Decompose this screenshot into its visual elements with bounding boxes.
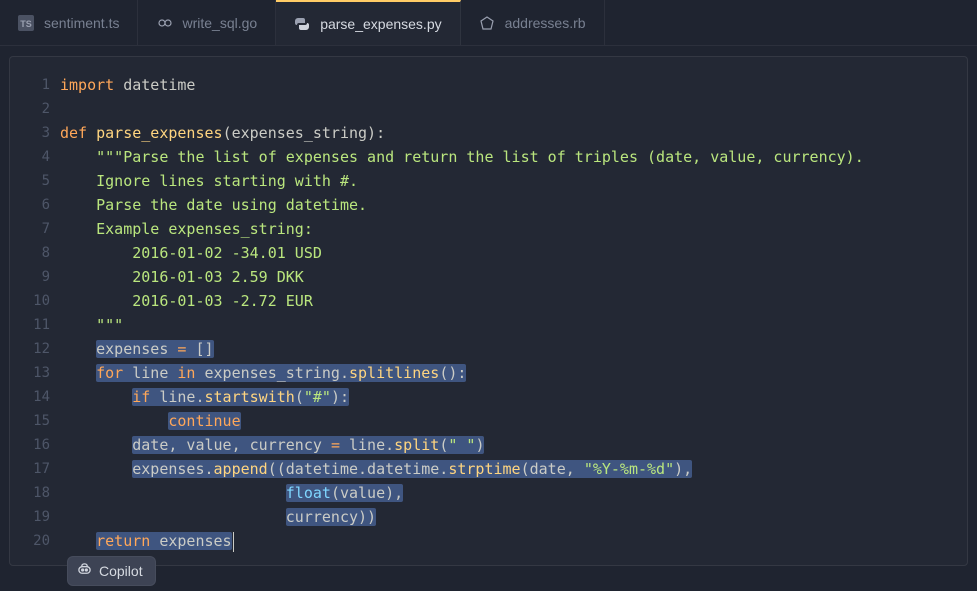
code-content: import datetime (60, 73, 195, 97)
copilot-label: Copilot (99, 563, 143, 579)
rb-icon (479, 15, 495, 31)
code-content: 2016-01-03 -2.72 EUR (60, 289, 313, 313)
code-content: Parse the date using datetime. (60, 193, 367, 217)
code-line: 19 currency)) (10, 505, 967, 529)
code-content: return expenses (60, 529, 234, 553)
code-line: 15 continue (10, 409, 967, 433)
tab-sentiment[interactable]: TS sentiment.ts (0, 0, 138, 45)
line-number: 20 (10, 529, 60, 553)
ts-icon: TS (18, 15, 34, 31)
tab-parse-expenses[interactable]: parse_expenses.py (276, 0, 460, 45)
code-content: 2016-01-03 2.59 DKK (60, 265, 304, 289)
tab-label: sentiment.ts (44, 15, 119, 31)
line-number: 6 (10, 193, 60, 217)
tab-label: write_sql.go (182, 15, 257, 31)
code-content: Ignore lines starting with #. (60, 169, 358, 193)
line-number: 16 (10, 433, 60, 457)
code-line: 12 expenses = [] (10, 337, 967, 361)
code-content: date, value, currency = line.split(" ") (60, 433, 484, 457)
line-number: 15 (10, 409, 60, 433)
code-line: 7 Example expenses_string: (10, 217, 967, 241)
line-number: 14 (10, 385, 60, 409)
code-line: 6 Parse the date using datetime. (10, 193, 967, 217)
code-line: 8 2016-01-02 -34.01 USD (10, 241, 967, 265)
code-editor[interactable]: 1import datetime23def parse_expenses(exp… (9, 56, 968, 566)
line-number: 3 (10, 121, 60, 145)
code-content: def parse_expenses(expenses_string): (60, 121, 385, 145)
line-number: 8 (10, 241, 60, 265)
code-content: expenses = [] (60, 337, 214, 361)
cursor (233, 532, 234, 552)
tab-label: addresses.rb (505, 15, 586, 31)
code-line: 9 2016-01-03 2.59 DKK (10, 265, 967, 289)
code-content: continue (60, 409, 241, 433)
code-content: """Parse the list of expenses and return… (60, 145, 864, 169)
code-line: 10 2016-01-03 -2.72 EUR (10, 289, 967, 313)
code-line: 13 for line in expenses_string.splitline… (10, 361, 967, 385)
code-content: for line in expenses_string.splitlines()… (60, 361, 466, 385)
line-number: 2 (10, 97, 60, 121)
code-line: 4 """Parse the list of expenses and retu… (10, 145, 967, 169)
code-content: float(value), (60, 481, 403, 505)
line-number: 10 (10, 289, 60, 313)
code-line: 14 if line.startswith("#"): (10, 385, 967, 409)
code-line: 18 float(value), (10, 481, 967, 505)
go-icon (156, 15, 172, 31)
code-content: """ (60, 313, 123, 337)
line-number: 4 (10, 145, 60, 169)
line-number: 11 (10, 313, 60, 337)
tab-label: parse_expenses.py (320, 16, 441, 32)
line-number: 12 (10, 337, 60, 361)
code-line: 16 date, value, currency = line.split(" … (10, 433, 967, 457)
line-number: 7 (10, 217, 60, 241)
code-line: 17 expenses.append((datetime.datetime.st… (10, 457, 967, 481)
code-line: 3def parse_expenses(expenses_string): (10, 121, 967, 145)
py-icon (294, 16, 310, 32)
line-number: 17 (10, 457, 60, 481)
copilot-button[interactable]: Copilot (67, 556, 156, 586)
svg-text:TS: TS (20, 19, 32, 29)
code-content: Example expenses_string: (60, 217, 313, 241)
code-line: 5 Ignore lines starting with #. (10, 169, 967, 193)
line-number: 18 (10, 481, 60, 505)
line-number: 9 (10, 265, 60, 289)
tab-write-sql[interactable]: write_sql.go (138, 0, 276, 45)
code-content: if line.startswith("#"): (60, 385, 349, 409)
code-line: 11 """ (10, 313, 967, 337)
line-number: 1 (10, 73, 60, 97)
line-number: 5 (10, 169, 60, 193)
tab-bar: TS sentiment.ts write_sql.go parse_expen… (0, 0, 977, 46)
code-content: 2016-01-02 -34.01 USD (60, 241, 322, 265)
code-content: currency)) (60, 505, 376, 529)
code-content: expenses.append((datetime.datetime.strpt… (60, 457, 692, 481)
code-line: 20 return expenses (10, 529, 967, 553)
line-number: 13 (10, 361, 60, 385)
tab-addresses[interactable]: addresses.rb (461, 0, 605, 45)
code-line: 2 (10, 97, 967, 121)
copilot-icon (77, 562, 92, 580)
line-number: 19 (10, 505, 60, 529)
code-line: 1import datetime (10, 73, 967, 97)
